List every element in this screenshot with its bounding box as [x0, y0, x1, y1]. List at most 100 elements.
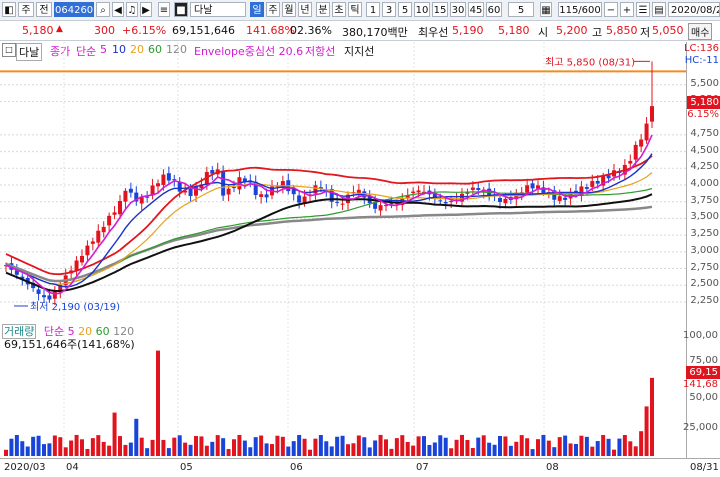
volume-bar: [628, 441, 633, 456]
volume-bar: [161, 439, 166, 456]
candle-body: [42, 295, 46, 298]
low-price: 5,050: [652, 24, 684, 37]
period-month-button[interactable]: 월: [282, 2, 296, 17]
period-minute-button[interactable]: 분: [316, 2, 330, 17]
price-change: 300: [94, 24, 115, 37]
volume-bar: [503, 436, 508, 456]
settings-icon[interactable]: ◧: [2, 2, 16, 17]
prev-icon[interactable]: ◀: [112, 2, 124, 17]
price-change-pct: +6.15%: [122, 24, 167, 37]
interval-button[interactable]: 3: [382, 2, 396, 17]
volume-bar: [248, 447, 253, 456]
candle-body: [232, 187, 236, 189]
volume-bar: [568, 443, 573, 456]
period-tick-button[interactable]: 틱: [348, 2, 362, 17]
candle-body: [503, 198, 508, 204]
candle-body: [118, 200, 122, 215]
volume-bar: [69, 440, 74, 456]
candle-body: [36, 289, 41, 294]
zoom-in-icon[interactable]: +: [620, 2, 634, 17]
stock-name-field[interactable]: 다날: [190, 2, 246, 17]
market-type-button[interactable]: 주: [18, 2, 34, 17]
stock-code-input[interactable]: 064260: [54, 2, 94, 17]
page-field[interactable]: 115/600: [558, 2, 602, 17]
period-year-button[interactable]: 년: [298, 2, 312, 17]
interval-button[interactable]: 5: [398, 2, 412, 17]
volume-bar: [400, 435, 405, 456]
x-label: 2020/03: [4, 462, 46, 473]
high-price: 5,850: [606, 24, 638, 37]
candle-body: [530, 183, 535, 189]
search-icon[interactable]: ⌕: [96, 2, 110, 17]
volume-bar: [188, 444, 193, 456]
candle-body: [378, 205, 383, 211]
volume-bar: [394, 438, 399, 456]
date-axis: 2020/03 04 05 06 07 08 08/31: [0, 458, 720, 477]
volume-bar: [194, 436, 198, 456]
volume-bar: [242, 440, 247, 456]
count-select[interactable]: 5: [508, 2, 534, 17]
price-tick: 4,750: [690, 127, 719, 139]
volume-bar: [329, 446, 334, 456]
volume-bar: [362, 437, 367, 456]
volume-bar: [145, 448, 150, 456]
low-annotation: 최저 2,190 (03/19): [30, 301, 120, 313]
interval-button[interactable]: 10: [414, 2, 430, 17]
volume-bar: [313, 438, 318, 456]
volume-bar: [541, 434, 546, 456]
volume-bar: [340, 435, 345, 456]
best-ask-label: 최우선: [418, 26, 449, 39]
high-label: 고: [592, 26, 603, 39]
candle-body: [161, 174, 166, 185]
next-icon[interactable]: ▶: [140, 2, 152, 17]
volume-bar: [302, 438, 307, 456]
candle-body: [356, 189, 361, 194]
vol-tick: 25,000: [683, 422, 718, 433]
price-chart[interactable]: 최고 5,850 (08/31) 최저 2,190 (03/19): [0, 42, 686, 458]
volume-bar: [264, 443, 269, 456]
volume-bar: [650, 377, 654, 456]
x-label: 06: [290, 462, 303, 473]
interval-button[interactable]: 60: [486, 2, 502, 17]
volume-bar: [460, 434, 464, 456]
volume-bar: [601, 434, 606, 456]
candle-body: [584, 187, 589, 189]
volume-bar: [432, 442, 437, 456]
volume-bar: [25, 446, 30, 456]
volume-bar: [74, 434, 79, 456]
hc-label: HC:-11: [684, 55, 719, 66]
volume-bar: [291, 441, 296, 456]
calendar-icon[interactable]: ▦: [540, 2, 552, 17]
ma120-line: [5, 205, 653, 283]
volume-bar: [579, 435, 584, 456]
candle-body: [101, 226, 106, 233]
x-label: 08: [546, 462, 559, 473]
volume-bar: [536, 439, 540, 456]
all-button[interactable]: 전: [36, 2, 52, 17]
period-day-button[interactable]: 일: [250, 2, 264, 17]
price-tick: 3,750: [690, 194, 719, 206]
period-week-button[interactable]: 주: [266, 2, 280, 17]
period-second-button[interactable]: 초: [332, 2, 346, 17]
candle-body: [644, 123, 649, 141]
sound-icon[interactable]: ♫: [126, 2, 138, 17]
interval-button[interactable]: 1: [366, 2, 380, 17]
interval-button[interactable]: 15: [432, 2, 448, 17]
zoom-out-icon[interactable]: −: [604, 2, 618, 17]
volume-bar: [14, 435, 19, 456]
volume-bar: [563, 435, 568, 456]
volume-bar: [286, 446, 291, 456]
list-icon[interactable]: ☰: [636, 2, 650, 17]
candle-body: [123, 190, 128, 202]
menu-icon[interactable]: ≡: [158, 2, 170, 17]
buy-button[interactable]: 매수: [688, 23, 713, 40]
volume-bar: [166, 448, 171, 456]
date-field[interactable]: 2020/08/2: [668, 2, 720, 17]
interval-button[interactable]: 30: [450, 2, 466, 17]
interval-button[interactable]: 45: [468, 2, 484, 17]
x-label: 04: [66, 462, 79, 473]
volume-bar: [644, 406, 649, 456]
table-icon[interactable]: ▤: [652, 2, 666, 17]
candle-body: [90, 241, 95, 244]
price-tick: 5,500: [690, 77, 719, 89]
